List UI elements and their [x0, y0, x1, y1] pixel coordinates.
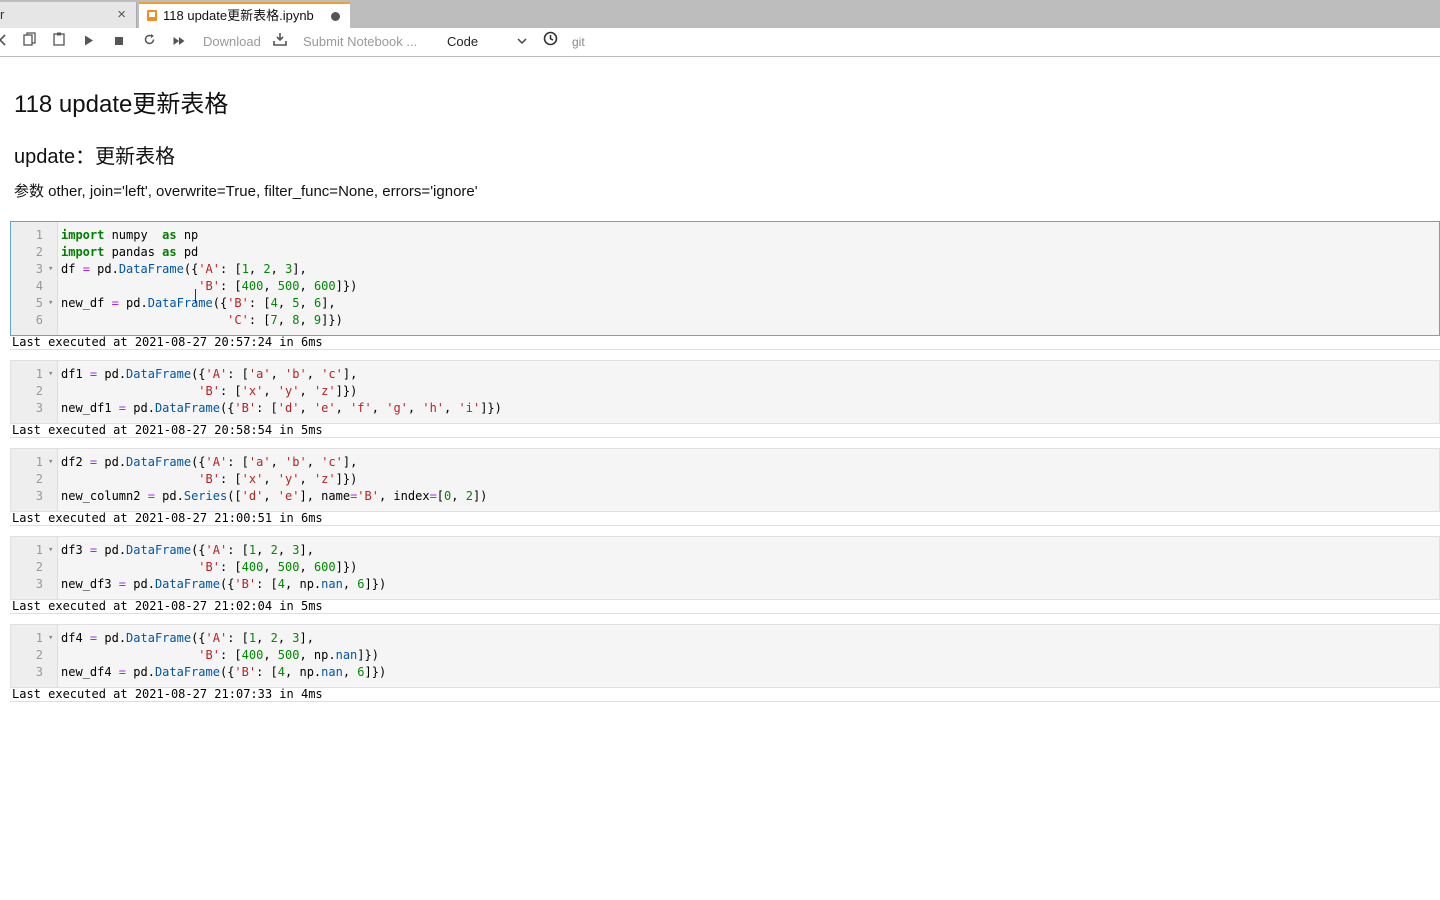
code-editor[interactable]: 1 import numpy as np 2 import pandas as pd… — [10, 221, 1440, 336]
code-editor[interactable]: 1 ▾ df4 = pd.DataFrame({'A': [1, 2, 3], 2 … — [10, 624, 1440, 688]
text-cursor-icon — [195, 289, 202, 303]
notebook-toolbar: Download Submit Notebook ... Code git — [0, 28, 1440, 57]
cell-status: Last executed at 2021-08-27 20:57:24 in … — [10, 336, 1440, 350]
unsaved-dot-icon[interactable] — [331, 12, 340, 21]
fold-icon[interactable]: ▾ — [48, 261, 53, 278]
code-line: import pandas as pd — [61, 245, 199, 259]
code-cell[interactable]: 1 ▾ df2 = pd.DataFrame({'A': ['a', 'b', 'c… — [10, 448, 1440, 526]
tab-previous[interactable]: r × — [0, 2, 137, 28]
notebook-content: 118 update更新表格 update：更新表格 参数 other, joi… — [0, 57, 1440, 900]
chevron-down-icon — [517, 28, 527, 56]
close-icon[interactable]: × — [117, 2, 126, 28]
cut-icon[interactable] — [0, 28, 12, 56]
code-line: 'B': [400, 500, np.nan]}) — [198, 648, 379, 662]
download-button[interactable]: Download — [203, 28, 261, 56]
notebook-params: 参数 other, join='left', overwrite=True, f… — [14, 183, 478, 200]
code-line: 'B': [400, 500, 600]}) — [198, 279, 358, 293]
code-line: new_df4 = pd.DataFrame({'B': [4, np.nan,… — [61, 665, 387, 679]
code-editor[interactable]: 1 ▾ df3 = pd.DataFrame({'A': [1, 2, 3], 2 … — [10, 536, 1440, 600]
code-line: import numpy as np — [61, 228, 199, 242]
cell-status: Last executed at 2021-08-27 20:58:54 in … — [10, 424, 1440, 438]
code-cell[interactable]: 1 ▾ df4 = pd.DataFrame({'A': [1, 2, 3], 2 … — [10, 624, 1440, 702]
code-line: 'B': ['x', 'y', 'z']}) — [198, 472, 358, 486]
code-line: 'C': [7, 8, 9]}) — [227, 313, 343, 327]
cell-status: Last executed at 2021-08-27 21:07:33 in … — [10, 688, 1440, 702]
code-line: new_df3 = pd.DataFrame({'B': [4, np.nan,… — [61, 577, 387, 591]
fold-icon[interactable]: ▾ — [48, 630, 53, 647]
history-icon[interactable] — [541, 28, 559, 56]
fast-forward-icon[interactable] — [170, 28, 188, 56]
cell-status: Last executed at 2021-08-27 21:02:04 in … — [10, 600, 1440, 614]
code-cell[interactable]: 1 ▾ df3 = pd.DataFrame({'A': [1, 2, 3], 2 … — [10, 536, 1440, 614]
git-button[interactable]: git — [572, 28, 585, 56]
code-line: 'B': ['x', 'y', 'z']}) — [198, 384, 358, 398]
code-editor[interactable]: 1 ▾ df2 = pd.DataFrame({'A': ['a', 'b', 'c… — [10, 448, 1440, 512]
fold-icon[interactable]: ▾ — [48, 454, 53, 471]
code-line: new_df1 = pd.DataFrame({'B': ['d', 'e', … — [61, 401, 502, 415]
notebook-title: 118 update更新表格 — [14, 91, 229, 118]
copy-icon[interactable] — [20, 28, 38, 56]
restart-icon[interactable] — [140, 28, 158, 56]
download-icon[interactable] — [271, 28, 289, 56]
code-line: df2 = pd.DataFrame({'A': ['a', 'b', 'c']… — [61, 455, 358, 469]
cell-type-select[interactable]: Code — [447, 28, 527, 56]
code-line: df = pd.DataFrame({'A': [1, 2, 3], — [61, 262, 307, 276]
code-line: 'B': [400, 500, 600]}) — [198, 560, 358, 574]
tab-notebook-label: 118 update更新表格.ipynb — [163, 8, 314, 23]
code-editor[interactable]: 1 ▾ df1 = pd.DataFrame({'A': ['a', 'b', 'c… — [10, 360, 1440, 424]
code-line: df3 = pd.DataFrame({'A': [1, 2, 3], — [61, 543, 314, 557]
tab-bar: r × 118 update更新表格.ipynb — [0, 0, 1440, 28]
paste-icon[interactable] — [50, 28, 68, 56]
code-line: df1 = pd.DataFrame({'A': ['a', 'b', 'c']… — [61, 367, 358, 381]
notebook-icon — [147, 10, 157, 21]
run-icon[interactable] — [80, 28, 98, 56]
tab-notebook[interactable]: 118 update更新表格.ipynb — [139, 2, 350, 28]
stop-icon[interactable] — [110, 28, 128, 56]
code-cell[interactable]: 1 ▾ df1 = pd.DataFrame({'A': ['a', 'b', 'c… — [10, 360, 1440, 438]
fold-icon[interactable]: ▾ — [48, 366, 53, 383]
fold-icon[interactable]: ▾ — [48, 295, 53, 312]
tab-previous-label: r — [0, 7, 5, 22]
cell-status: Last executed at 2021-08-27 21:00:51 in … — [10, 512, 1440, 526]
fold-icon[interactable]: ▾ — [48, 542, 53, 559]
code-line: new_column2 = pd.Series(['d', 'e'], name… — [61, 489, 488, 503]
notebook-subtitle: update：更新表格 — [14, 146, 176, 168]
code-cell[interactable]: 1 import numpy as np 2 import pandas as pd… — [10, 221, 1440, 350]
submit-notebook-button[interactable]: Submit Notebook ... — [303, 28, 417, 56]
cell-type-value: Code — [447, 34, 479, 49]
code-line: df4 = pd.DataFrame({'A': [1, 2, 3], — [61, 631, 314, 645]
